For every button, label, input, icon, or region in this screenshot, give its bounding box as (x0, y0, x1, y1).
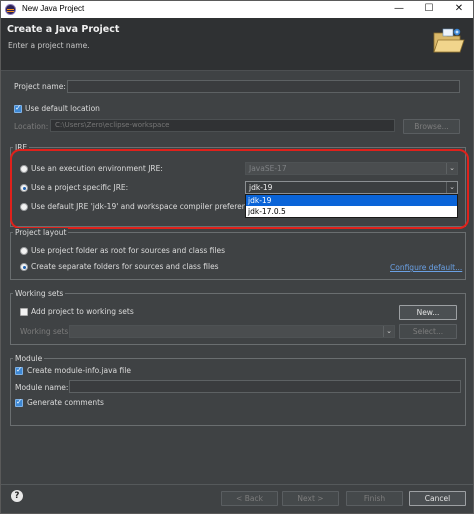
create-module-info-checkbox[interactable] (15, 365, 23, 375)
select-working-sets-button[interactable]: Select... (399, 324, 457, 339)
new-project-folder-icon (433, 28, 465, 53)
use-default-location-checkbox[interactable] (14, 103, 22, 113)
separate-folders-label: Create separate folders for sources and … (31, 262, 219, 271)
minimize-button[interactable]: — (389, 2, 409, 16)
close-button[interactable]: ✕ (449, 2, 469, 16)
wizard-header: Create a Java Project Enter a project na… (1, 18, 473, 71)
project-name-input[interactable] (67, 80, 460, 93)
project-root-radio[interactable] (20, 247, 28, 255)
working-sets-group-title: Working sets (13, 289, 66, 298)
add-to-working-sets-checkbox[interactable] (20, 308, 28, 316)
eclipse-app-icon (5, 4, 16, 15)
use-default-location-label: Use default location (25, 104, 100, 113)
module-name-input[interactable] (69, 380, 461, 393)
finish-button[interactable]: Finish (346, 491, 403, 506)
page-title: Create a Java Project (7, 24, 120, 35)
create-module-info-label: Create module-info.java file (27, 366, 131, 375)
project-layout-group: Project layout (10, 228, 466, 280)
page-subtitle: Enter a project name. (8, 41, 90, 50)
generate-comments-label: Generate comments (27, 398, 104, 407)
project-layout-group-title: Project layout (13, 228, 69, 237)
back-button[interactable]: < Back (221, 491, 278, 506)
maximize-button[interactable]: ☐ (419, 2, 439, 16)
window-title: New Java Project (22, 4, 85, 13)
browse-button[interactable]: Browse... (403, 119, 460, 134)
generate-comments-checkbox[interactable] (15, 397, 23, 407)
module-name-label: Module name: (15, 383, 69, 392)
separate-folders-radio[interactable] (20, 263, 28, 271)
title-bar: New Java Project — ☐ ✕ (1, 1, 473, 18)
new-working-set-button[interactable]: New... (399, 305, 457, 320)
highlight-annotation (10, 149, 469, 229)
add-to-working-sets-label: Add project to working sets (31, 307, 134, 316)
location-input[interactable]: C:\Users\Zero\eclipse-workspace (50, 119, 395, 132)
project-name-label: Project name: (14, 82, 66, 91)
configure-default-link[interactable]: Configure default... (390, 263, 462, 272)
next-button[interactable]: Next > (282, 491, 339, 506)
cancel-button[interactable]: Cancel (409, 491, 466, 506)
module-group-title: Module (13, 354, 45, 363)
location-label: Location: (14, 122, 49, 131)
footer-separator (1, 484, 473, 485)
chevron-down-icon: ⌄ (383, 326, 394, 337)
project-root-label: Use project folder as root for sources a… (31, 246, 225, 255)
working-sets-combo[interactable]: ⌄ (69, 325, 395, 338)
help-icon[interactable]: ? (11, 490, 23, 502)
working-sets-label: Working sets: (20, 327, 71, 336)
new-java-project-dialog: New Java Project — ☐ ✕ Create a Java Pro… (0, 0, 474, 514)
